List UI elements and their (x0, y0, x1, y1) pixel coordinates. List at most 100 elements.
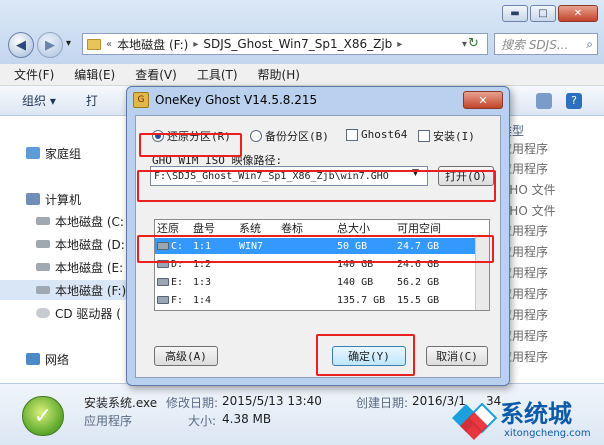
maximize-button[interactable]: □ (530, 5, 556, 22)
file-type-cell: 应用程序 (500, 328, 549, 343)
computer-icon (26, 193, 40, 205)
address-bar[interactable]: « 本地磁盘 (F:) ▸ SDJS_Ghost_Win7_Sp1_X86_Zj… (82, 33, 488, 55)
drive-icon (157, 295, 169, 304)
address-dropdown-icon[interactable]: ▾ (462, 39, 467, 50)
sidebar-item-drive-f[interactable]: 本地磁盘 (F:) (0, 280, 128, 300)
menu-help[interactable]: 帮助(H) (250, 66, 310, 83)
forward-button[interactable]: ▶ (37, 32, 63, 58)
dialog-title: OneKey Ghost V14.5.8.215 (155, 93, 318, 107)
header-disk[interactable]: 盘号 (191, 220, 237, 235)
header-restore[interactable]: 还原 (155, 220, 191, 235)
advanced-button[interactable]: 高级(A) (154, 346, 218, 366)
ghost-app-icon: G (133, 92, 149, 108)
header-system[interactable]: 系统 (237, 220, 279, 235)
dialog-close-button[interactable]: ✕ (463, 91, 503, 109)
menu-edit[interactable]: 编辑(E) (66, 66, 125, 83)
menu-view[interactable]: 查看(V) (127, 66, 187, 83)
sidebar-item-label: CD 驱动器 ( (55, 306, 121, 321)
back-button[interactable]: ◀ (8, 32, 34, 58)
sidebar-item-network[interactable]: 网络 (0, 349, 128, 369)
breadcrumb-separator[interactable]: ▸ (193, 39, 198, 50)
open-button[interactable]: 打 (86, 92, 98, 109)
menu-file[interactable]: 文件(F) (6, 66, 64, 83)
refresh-icon[interactable]: ↻ (468, 36, 479, 51)
search-icon[interactable]: ⌕ (586, 37, 593, 52)
search-placeholder: 搜索 SDJS... (501, 37, 569, 52)
table-row[interactable]: D: 1:2 140 GB 24.6 GB (155, 256, 477, 272)
cancel-button[interactable]: 取消(C) (426, 346, 488, 366)
sidebar-item-label: 网络 (45, 352, 70, 367)
sidebar-item-computer[interactable]: 计算机 (0, 189, 128, 209)
homegroup-icon (26, 147, 40, 159)
window-controls: ▬ □ ✕ (502, 5, 598, 22)
search-input[interactable]: 搜索 SDJS... ⌕ (494, 33, 598, 55)
open-file-button[interactable]: 打开(O) (438, 166, 494, 186)
row-drive: E: (171, 276, 184, 288)
sidebar-item-label: 本地磁盘 (F:) (55, 283, 127, 298)
minimize-button[interactable]: ▬ (502, 5, 528, 22)
row-free: 56.2 GB (397, 276, 440, 288)
sidebar-item-drive-d[interactable]: 本地磁盘 (D: (0, 234, 128, 254)
ghost64-checkbox[interactable]: Ghost64 (346, 128, 407, 141)
table-row[interactable]: F: 1:4 135.7 GB 15.5 GB (155, 292, 477, 308)
sidebar-item-drive-e[interactable]: 本地磁盘 (E: (0, 257, 128, 277)
install-label: 安装(I) (433, 130, 475, 143)
sidebar-item-label: 家庭组 (45, 146, 82, 161)
help-icon[interactable]: ? (566, 93, 582, 109)
install-checkbox[interactable]: 安装(I) (418, 128, 475, 144)
view-options-icon[interactable] (536, 93, 552, 109)
table-row[interactable]: E: 1:3 140 GB 56.2 GB (155, 274, 477, 290)
file-type-cell: 应用程序 (500, 349, 549, 364)
breadcrumb-drive[interactable]: 本地磁盘 (F:) (117, 36, 188, 53)
application-icon: ✓ (22, 396, 64, 436)
table-scrollbar[interactable] (475, 236, 489, 310)
breadcrumb-overflow[interactable]: « (106, 39, 112, 50)
file-type-cell: 应用程序 (500, 244, 549, 259)
header-total[interactable]: 总大小 (335, 220, 395, 235)
row-disk: 1:2 (193, 258, 212, 270)
breadcrumb-folder[interactable]: SDJS_Ghost_Win7_Sp1_X86_Zjb (203, 37, 392, 51)
menu-tools[interactable]: 工具(T) (189, 66, 248, 83)
ghost64-label: Ghost64 (361, 128, 408, 141)
header-free[interactable]: 可用空间 (395, 220, 477, 235)
sidebar-item-cd-drive[interactable]: CD 驱动器 ( (0, 303, 128, 323)
sidebar-item-drive-c[interactable]: 本地磁盘 (C: (0, 211, 128, 231)
close-button[interactable]: ✕ (558, 5, 598, 22)
breadcrumb-separator[interactable]: ▸ (397, 39, 402, 50)
organize-button[interactable]: 组织 ▾ (22, 92, 56, 109)
chevron-down-icon[interactable]: ▼ (412, 168, 419, 178)
drive-icon (36, 286, 50, 294)
row-drive: C: (171, 240, 184, 252)
backup-partition-radio[interactable]: 备份分区(B) (250, 128, 329, 144)
sidebar-item-homegroup[interactable]: 家庭组 (0, 143, 128, 163)
forward-arrow-icon: ▶ (45, 37, 55, 53)
selected-filename: 安装系统.exe (84, 396, 158, 410)
image-path-value: F:\SDJS_Ghost_Win7_Sp1_X86_Zjb\win7.GHO (154, 170, 389, 182)
watermark-url: xitongcheng.com (504, 428, 591, 439)
network-icon (26, 353, 40, 365)
partition-table: 还原 盘号 系统 卷标 总大小 可用空间 C: 1:1 WIN7 50 GB 2… (154, 219, 490, 311)
backup-partition-label: 备份分区(B) (265, 130, 329, 143)
recent-pages-dropdown[interactable]: ▾ (66, 38, 71, 49)
radio-selected-icon (152, 130, 164, 142)
image-path-combobox[interactable]: F:\SDJS_Ghost_Win7_Sp1_X86_Zjb\win7.GHO (150, 166, 428, 186)
row-total: 140 GB (337, 258, 374, 270)
file-type-label: 应用程序 (84, 414, 133, 428)
cd-drive-icon (36, 308, 50, 318)
ok-button[interactable]: 确定(Y) (332, 346, 406, 366)
header-label[interactable]: 卷标 (279, 220, 335, 235)
row-drive: D: (171, 258, 184, 270)
restore-partition-radio[interactable]: 还原分区(R) (152, 128, 231, 144)
file-type-cell: 应用程序 (500, 223, 549, 238)
row-free: 24.7 GB (397, 240, 440, 252)
file-type-cell: 应用程序 (500, 161, 549, 176)
dialog-body: 还原分区(R) 备份分区(B) Ghost64 安装(I) GHO WIM IS… (135, 115, 501, 378)
file-type-cell: 应用程序 (500, 265, 549, 280)
checkbox-icon (418, 130, 430, 142)
explorer-titlebar: ▬ □ ✕ ◀ ▶ ▾ « 本地磁盘 (F:) ▸ SDJS_Ghost_Win… (0, 0, 604, 64)
row-total: 135.7 GB (337, 294, 386, 306)
row-total: 50 GB (337, 240, 368, 252)
row-system: WIN7 (239, 240, 264, 252)
table-row[interactable]: C: 1:1 WIN7 50 GB 24.7 GB (155, 238, 477, 254)
file-type-cell: GHO 文件 (500, 203, 556, 218)
